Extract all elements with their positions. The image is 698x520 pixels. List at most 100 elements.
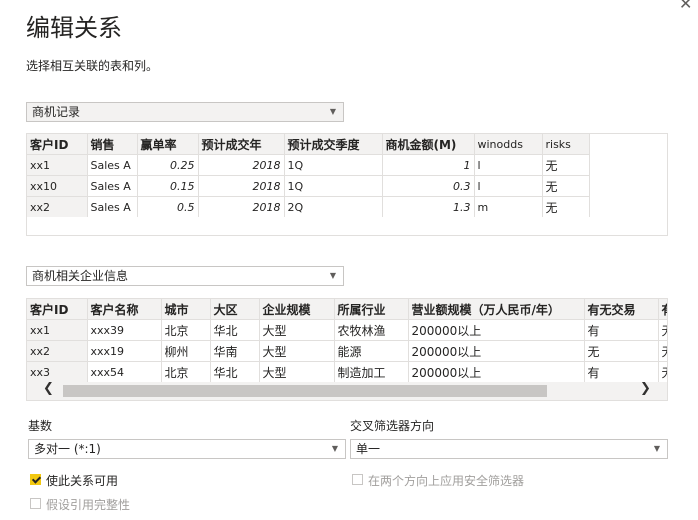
table-cell: 无 (584, 340, 659, 362)
table2-header-row: 客户ID 客户名称 城市 大区 企业规模 所属行业 营业额规模（万人民币/年） … (27, 299, 667, 320)
table2-col-header[interactable]: 企业规模 (259, 299, 335, 320)
table-cell: 能源 (334, 340, 409, 362)
table-cell: 大型 (259, 361, 335, 382)
table-cell: 2018 (198, 154, 285, 176)
table-cell: 2018 (198, 196, 285, 217)
table1-header-row: 客户ID 销售 赢单率 预计成交年 预计成交季度 商机金额(M) winodds… (27, 134, 590, 155)
table-cell: 有 (584, 319, 659, 341)
cardinality-label: 基数 (28, 419, 53, 433)
table-cell: xx3 (27, 361, 88, 382)
table-cell: xxx19 (87, 340, 162, 362)
table-cell: 大型 (259, 319, 335, 341)
chevron-left-icon[interactable]: ❮ (43, 381, 54, 396)
table1-col-header[interactable]: risks (542, 134, 590, 155)
table-cell: 1 (382, 154, 475, 176)
table2-col-header[interactable]: 大区 (210, 299, 260, 320)
horizontal-scrollbar[interactable]: ❮ ❯ (27, 381, 667, 400)
table-row: xx2 Sales A 0.5 2018 2Q 1.3 m 无 (27, 196, 590, 217)
table-cell: 有 (584, 361, 659, 382)
referential-integrity-option: 假设引用完整性 (28, 496, 228, 512)
dialog-subtitle: 选择相互关联的表和列。 (26, 59, 159, 73)
table1-col-header[interactable]: 销售 (87, 134, 138, 155)
table1-select-value: 商机记录 (32, 105, 81, 119)
table1-col-header[interactable]: 客户ID (27, 134, 88, 155)
table1-col-header[interactable]: winodds (474, 134, 543, 155)
chevron-right-icon[interactable]: ❯ (640, 381, 651, 396)
table-cell: xx2 (27, 196, 88, 217)
table2-preview: 客户ID 客户名称 城市 大区 企业规模 所属行业 营业额规模（万人民币/年） … (26, 298, 668, 401)
table2-col-header[interactable]: 城市 (161, 299, 211, 320)
table2-col-header[interactable]: 客户名称 (87, 299, 162, 320)
table-cell: 制造加工 (334, 361, 409, 382)
table-cell: 北京 (161, 361, 211, 382)
table1-col-header[interactable]: 商机金额(M) (382, 134, 475, 155)
table1-col-header[interactable]: 赢单率 (137, 134, 199, 155)
crossfilter-label: 交叉筛选器方向 (350, 419, 435, 433)
table-cell: 0.25 (137, 154, 199, 176)
table2-col-header[interactable]: 客户ID (27, 299, 88, 320)
table2-select[interactable]: 商机相关企业信息 ▼ (26, 266, 344, 286)
table-cell: xx10 (27, 175, 88, 197)
make-active-option[interactable]: 使此关系可用 (28, 472, 228, 488)
table-cell: 华北 (210, 361, 260, 382)
security-filter-option: 在两个方向上应用安全筛选器 (350, 472, 610, 488)
crossfilter-select[interactable]: 单一 ▼ (350, 439, 668, 459)
scrollbar-thumb[interactable] (63, 385, 547, 397)
table-cell: 200000以上 (408, 319, 585, 341)
table-cell: m (474, 196, 543, 217)
table-cell: Sales A (87, 154, 138, 176)
table-cell: 无 (542, 154, 590, 176)
table-cell: 华北 (210, 319, 260, 341)
table1-grid: 客户ID 销售 赢单率 预计成交年 预计成交季度 商机金额(M) winodds… (27, 134, 590, 217)
table-cell: 200000以上 (408, 340, 585, 362)
table-cell: 0.5 (137, 196, 199, 217)
close-icon[interactable]: ✕ (679, 0, 692, 14)
table-cell: 大型 (259, 340, 335, 362)
cardinality-select[interactable]: 多对一 (*:1) ▼ (28, 439, 346, 459)
table1-col-header[interactable]: 预计成交年 (198, 134, 285, 155)
table-cell: 0.15 (137, 175, 199, 197)
table-cell: 华南 (210, 340, 260, 362)
table-row: xx1 xxx39 北京 华北 大型 农牧林渔 200000以上 有 无 (27, 319, 667, 341)
table2-col-header[interactable]: 所属行业 (334, 299, 409, 320)
table-cell: xxx39 (87, 319, 162, 341)
table-cell: 无 (658, 319, 667, 341)
table-cell: 农牧林渔 (334, 319, 409, 341)
table1-col-header[interactable]: 预计成交季度 (284, 134, 383, 155)
chevron-down-icon: ▼ (331, 444, 338, 453)
table-cell: 柳州 (161, 340, 211, 362)
referential-integrity-label: 假设引用完整性 (46, 498, 131, 512)
table2-grid: 客户ID 客户名称 城市 大区 企业规模 所属行业 营业额规模（万人民币/年） … (27, 299, 667, 382)
dialog-title: 编辑关系 (26, 14, 122, 42)
security-filter-checkbox (352, 474, 363, 485)
table-cell: 北京 (161, 319, 211, 341)
table-cell: 2018 (198, 175, 285, 197)
table-cell: l (474, 175, 543, 197)
table-cell: xx2 (27, 340, 88, 362)
table-cell: Sales A (87, 196, 138, 217)
table-cell: 无 (658, 340, 667, 362)
table-cell: 1Q (284, 154, 383, 176)
table1-preview: 客户ID 销售 赢单率 预计成交年 预计成交季度 商机金额(M) winodds… (26, 133, 668, 236)
table-cell: 200000以上 (408, 361, 585, 382)
table2-col-header[interactable]: 营业额规模（万人民币/年） (408, 299, 585, 320)
table-row: xx2 xxx19 柳州 华南 大型 能源 200000以上 无 无 (27, 340, 667, 362)
table1-select[interactable]: 商机记录 ▼ (26, 102, 344, 122)
table-cell: 2Q (284, 196, 383, 217)
table-cell: l (474, 154, 543, 176)
make-active-checkbox[interactable] (30, 474, 41, 485)
chevron-down-icon: ▼ (329, 271, 336, 280)
table-cell: 1Q (284, 175, 383, 197)
table-row: xx1 Sales A 0.25 2018 1Q 1 l 无 (27, 154, 590, 176)
table-cell: xx1 (27, 154, 88, 176)
table-cell: xxx54 (87, 361, 162, 382)
table2-col-header[interactable]: 有 (658, 299, 667, 320)
table2-col-header[interactable]: 有无交易 (584, 299, 659, 320)
make-active-label: 使此关系可用 (46, 474, 119, 488)
table-cell: 0.3 (382, 175, 475, 197)
cardinality-value: 多对一 (*:1) (34, 442, 101, 456)
security-filter-label: 在两个方向上应用安全筛选器 (368, 474, 525, 488)
table-row: xx3 xxx54 北京 华北 大型 制造加工 200000以上 有 无 (27, 361, 667, 382)
crossfilter-value: 单一 (356, 442, 381, 456)
table-cell: xx1 (27, 319, 88, 341)
